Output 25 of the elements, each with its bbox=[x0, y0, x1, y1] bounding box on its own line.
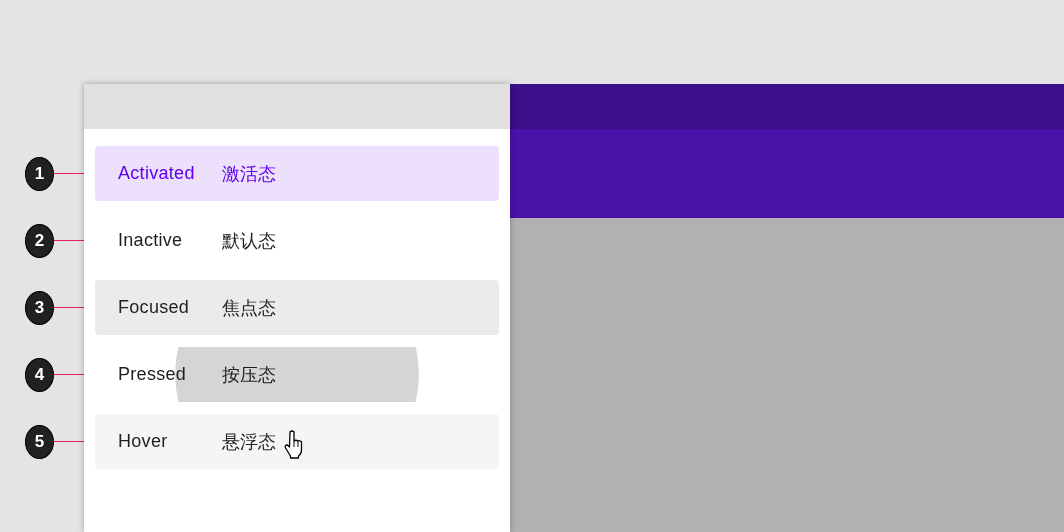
hand-cursor-icon bbox=[284, 429, 304, 460]
callout-marker: 2 bbox=[25, 223, 54, 258]
callout-marker: 1 bbox=[25, 156, 54, 191]
item-label: Inactive bbox=[118, 230, 184, 251]
leader-line bbox=[53, 441, 84, 442]
drawer-item[interactable]: Inactive 默认态 bbox=[95, 213, 499, 268]
callout-marker: 3 bbox=[25, 290, 54, 325]
item-label: Activated bbox=[118, 163, 196, 184]
leader-line bbox=[53, 374, 84, 375]
item-label: 激活态 bbox=[222, 162, 276, 186]
item-label: 焦点态 bbox=[222, 296, 276, 320]
drawer-item[interactable]: Hover 悬浮态 bbox=[95, 414, 499, 469]
item-label: Focused bbox=[118, 297, 191, 318]
item-label: Hover bbox=[118, 431, 169, 452]
drawer-item[interactable]: Activated 激活态 bbox=[95, 146, 499, 201]
drawer-item[interactable]: Focused 焦点态 bbox=[95, 280, 499, 335]
leader-line bbox=[53, 307, 84, 308]
leader-line bbox=[53, 240, 84, 241]
leader-line bbox=[53, 173, 84, 174]
item-label: Pressed bbox=[118, 364, 188, 385]
item-label: 悬浮态 bbox=[222, 430, 276, 454]
callout-marker: 4 bbox=[25, 357, 54, 392]
item-label: 默认态 bbox=[222, 229, 276, 253]
item-label: 按压态 bbox=[222, 363, 276, 387]
callout-marker: 5 bbox=[25, 424, 54, 459]
